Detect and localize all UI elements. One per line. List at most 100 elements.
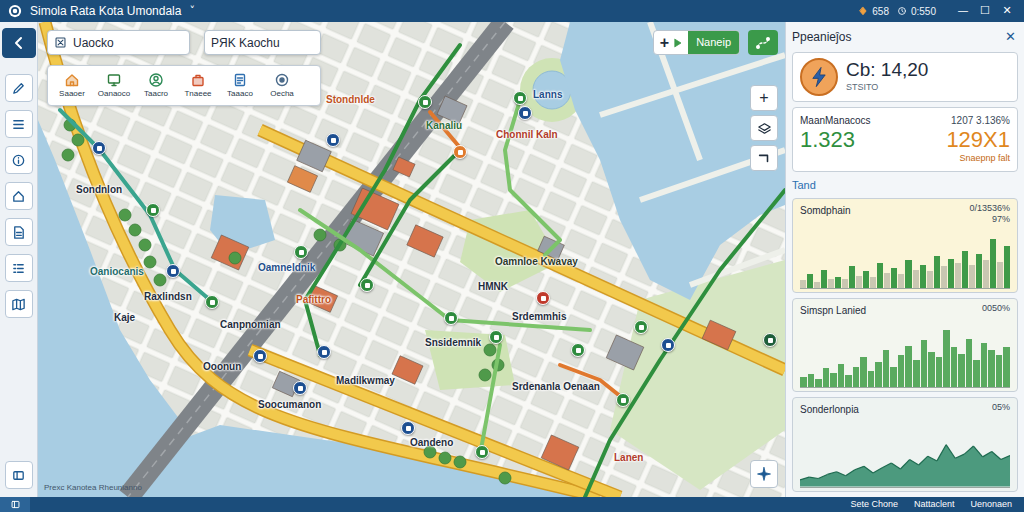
map-pin[interactable] — [571, 343, 585, 357]
transit-route[interactable] — [300, 210, 590, 330]
area-chart — [800, 419, 1010, 488]
chart-bar — [842, 279, 848, 288]
transit-route[interactable] — [505, 100, 560, 255]
panel-close-button[interactable]: ✕ — [1003, 27, 1018, 47]
tool-button[interactable]: Taacro — [136, 69, 176, 102]
stop-icon — [768, 338, 773, 343]
stop-icon — [666, 343, 671, 348]
map-pin[interactable] — [444, 311, 458, 325]
maximize-button[interactable]: ☐ — [974, 3, 996, 20]
map-label: Madilkwmay — [336, 374, 395, 388]
map-pin[interactable] — [616, 393, 630, 407]
transit-route[interactable] — [60, 110, 210, 300]
chart-card: Sonderlonpia05% — [792, 397, 1018, 492]
route-toggle-button[interactable] — [748, 30, 778, 55]
stop-icon — [518, 96, 523, 101]
map-label: Canpnomian — [220, 318, 281, 332]
map-pin[interactable] — [518, 106, 532, 120]
sidebar-button[interactable] — [5, 74, 33, 102]
chart-title: Somdphain — [800, 203, 851, 218]
map-pin[interactable] — [489, 330, 503, 344]
map-pin[interactable] — [661, 338, 675, 352]
tool-button[interactable]: Taaaco — [220, 69, 260, 102]
map-label: Oamnloe Kwavay — [495, 255, 578, 269]
chart-bar — [845, 375, 852, 387]
back-button[interactable] — [2, 28, 36, 58]
screen-icon — [106, 72, 122, 88]
chart-bar — [800, 377, 807, 387]
stop-icon — [458, 150, 463, 155]
map-pin[interactable] — [536, 291, 550, 305]
tool-button[interactable]: Tnaeee — [178, 69, 218, 102]
sidebar-button[interactable] — [5, 218, 33, 246]
search-box[interactable] — [47, 30, 190, 55]
chart-bar — [996, 355, 1003, 387]
map-pin[interactable] — [634, 320, 648, 334]
chart-bar — [983, 260, 989, 287]
chart-bar — [800, 280, 806, 287]
transit-route[interactable] — [480, 345, 500, 455]
compass-button[interactable] — [750, 460, 778, 488]
map-pin[interactable] — [360, 278, 374, 292]
stop-icon — [480, 450, 485, 455]
tool-button[interactable]: Oecha — [262, 69, 302, 102]
map-pin[interactable] — [401, 421, 415, 435]
sidebar-button[interactable] — [5, 254, 33, 282]
map-pin[interactable] — [513, 91, 527, 105]
app-logo-icon — [8, 4, 22, 18]
map-pin[interactable] — [326, 133, 340, 147]
title-menu-toggle[interactable]: ˅ — [189, 3, 195, 20]
tool-button[interactable]: Oanaoco — [94, 69, 134, 102]
tool-button[interactable]: Saaoer — [52, 69, 92, 102]
stop-icon — [151, 208, 156, 213]
search-field[interactable] — [211, 34, 314, 52]
sidebar-button[interactable] — [5, 110, 33, 138]
chart-bar — [973, 360, 980, 387]
map-label: HMNK — [478, 280, 508, 294]
map-pin[interactable] — [317, 345, 331, 359]
map-label: Lanen — [614, 451, 643, 465]
zoom-in-button[interactable]: + — [750, 85, 778, 111]
map-label: Srdenanla Oenaan — [512, 380, 600, 394]
map[interactable]: StondnldeKanaliuChonnil KalnLannsSondnlo… — [38, 22, 785, 497]
navigate-button[interactable]: +Naneip — [653, 30, 740, 55]
map-pin[interactable] — [146, 203, 160, 217]
sidebar-button[interactable] — [5, 182, 33, 210]
layers-button[interactable] — [5, 461, 33, 489]
minimize-button[interactable]: — — [952, 3, 974, 20]
stop-icon — [406, 426, 411, 431]
map-pin[interactable] — [293, 381, 307, 395]
map-pin[interactable] — [418, 95, 432, 109]
sidebar-button[interactable] — [5, 146, 33, 174]
chart-bar — [898, 274, 904, 287]
map-pin[interactable] — [253, 349, 267, 363]
map-pin[interactable] — [475, 445, 489, 459]
map-pin[interactable] — [166, 264, 180, 278]
stop-icon — [258, 354, 263, 359]
stop-icon — [331, 138, 336, 143]
map-pin[interactable] — [294, 245, 308, 259]
sidebar-button[interactable] — [5, 290, 33, 318]
map-pin[interactable] — [92, 141, 106, 155]
map-label: Stondnlde — [326, 93, 375, 107]
area-point — [1001, 456, 1010, 460]
measure-button[interactable] — [750, 145, 778, 171]
document-icon — [232, 72, 248, 88]
layers-button[interactable] — [750, 115, 778, 141]
chart-bar — [928, 352, 935, 387]
map-label: Chonnil Kaln — [496, 128, 558, 142]
chart-bar — [958, 354, 965, 388]
chart-bar — [860, 357, 867, 387]
close-button[interactable]: ✕ — [996, 3, 1018, 20]
map-pin[interactable] — [763, 333, 777, 347]
transit-route[interactable] — [360, 150, 460, 285]
transit-route[interactable] — [585, 190, 785, 497]
stop-icon — [576, 348, 581, 353]
map-pin[interactable] — [453, 145, 467, 159]
map-pin[interactable] — [205, 295, 219, 309]
status-bar: Sete ChoneNattaclentUenonaen — [0, 497, 1024, 512]
chart-bar — [966, 339, 973, 388]
search-field[interactable] — [73, 34, 183, 52]
search-box[interactable] — [204, 30, 321, 55]
status-menu-button[interactable] — [0, 497, 30, 512]
